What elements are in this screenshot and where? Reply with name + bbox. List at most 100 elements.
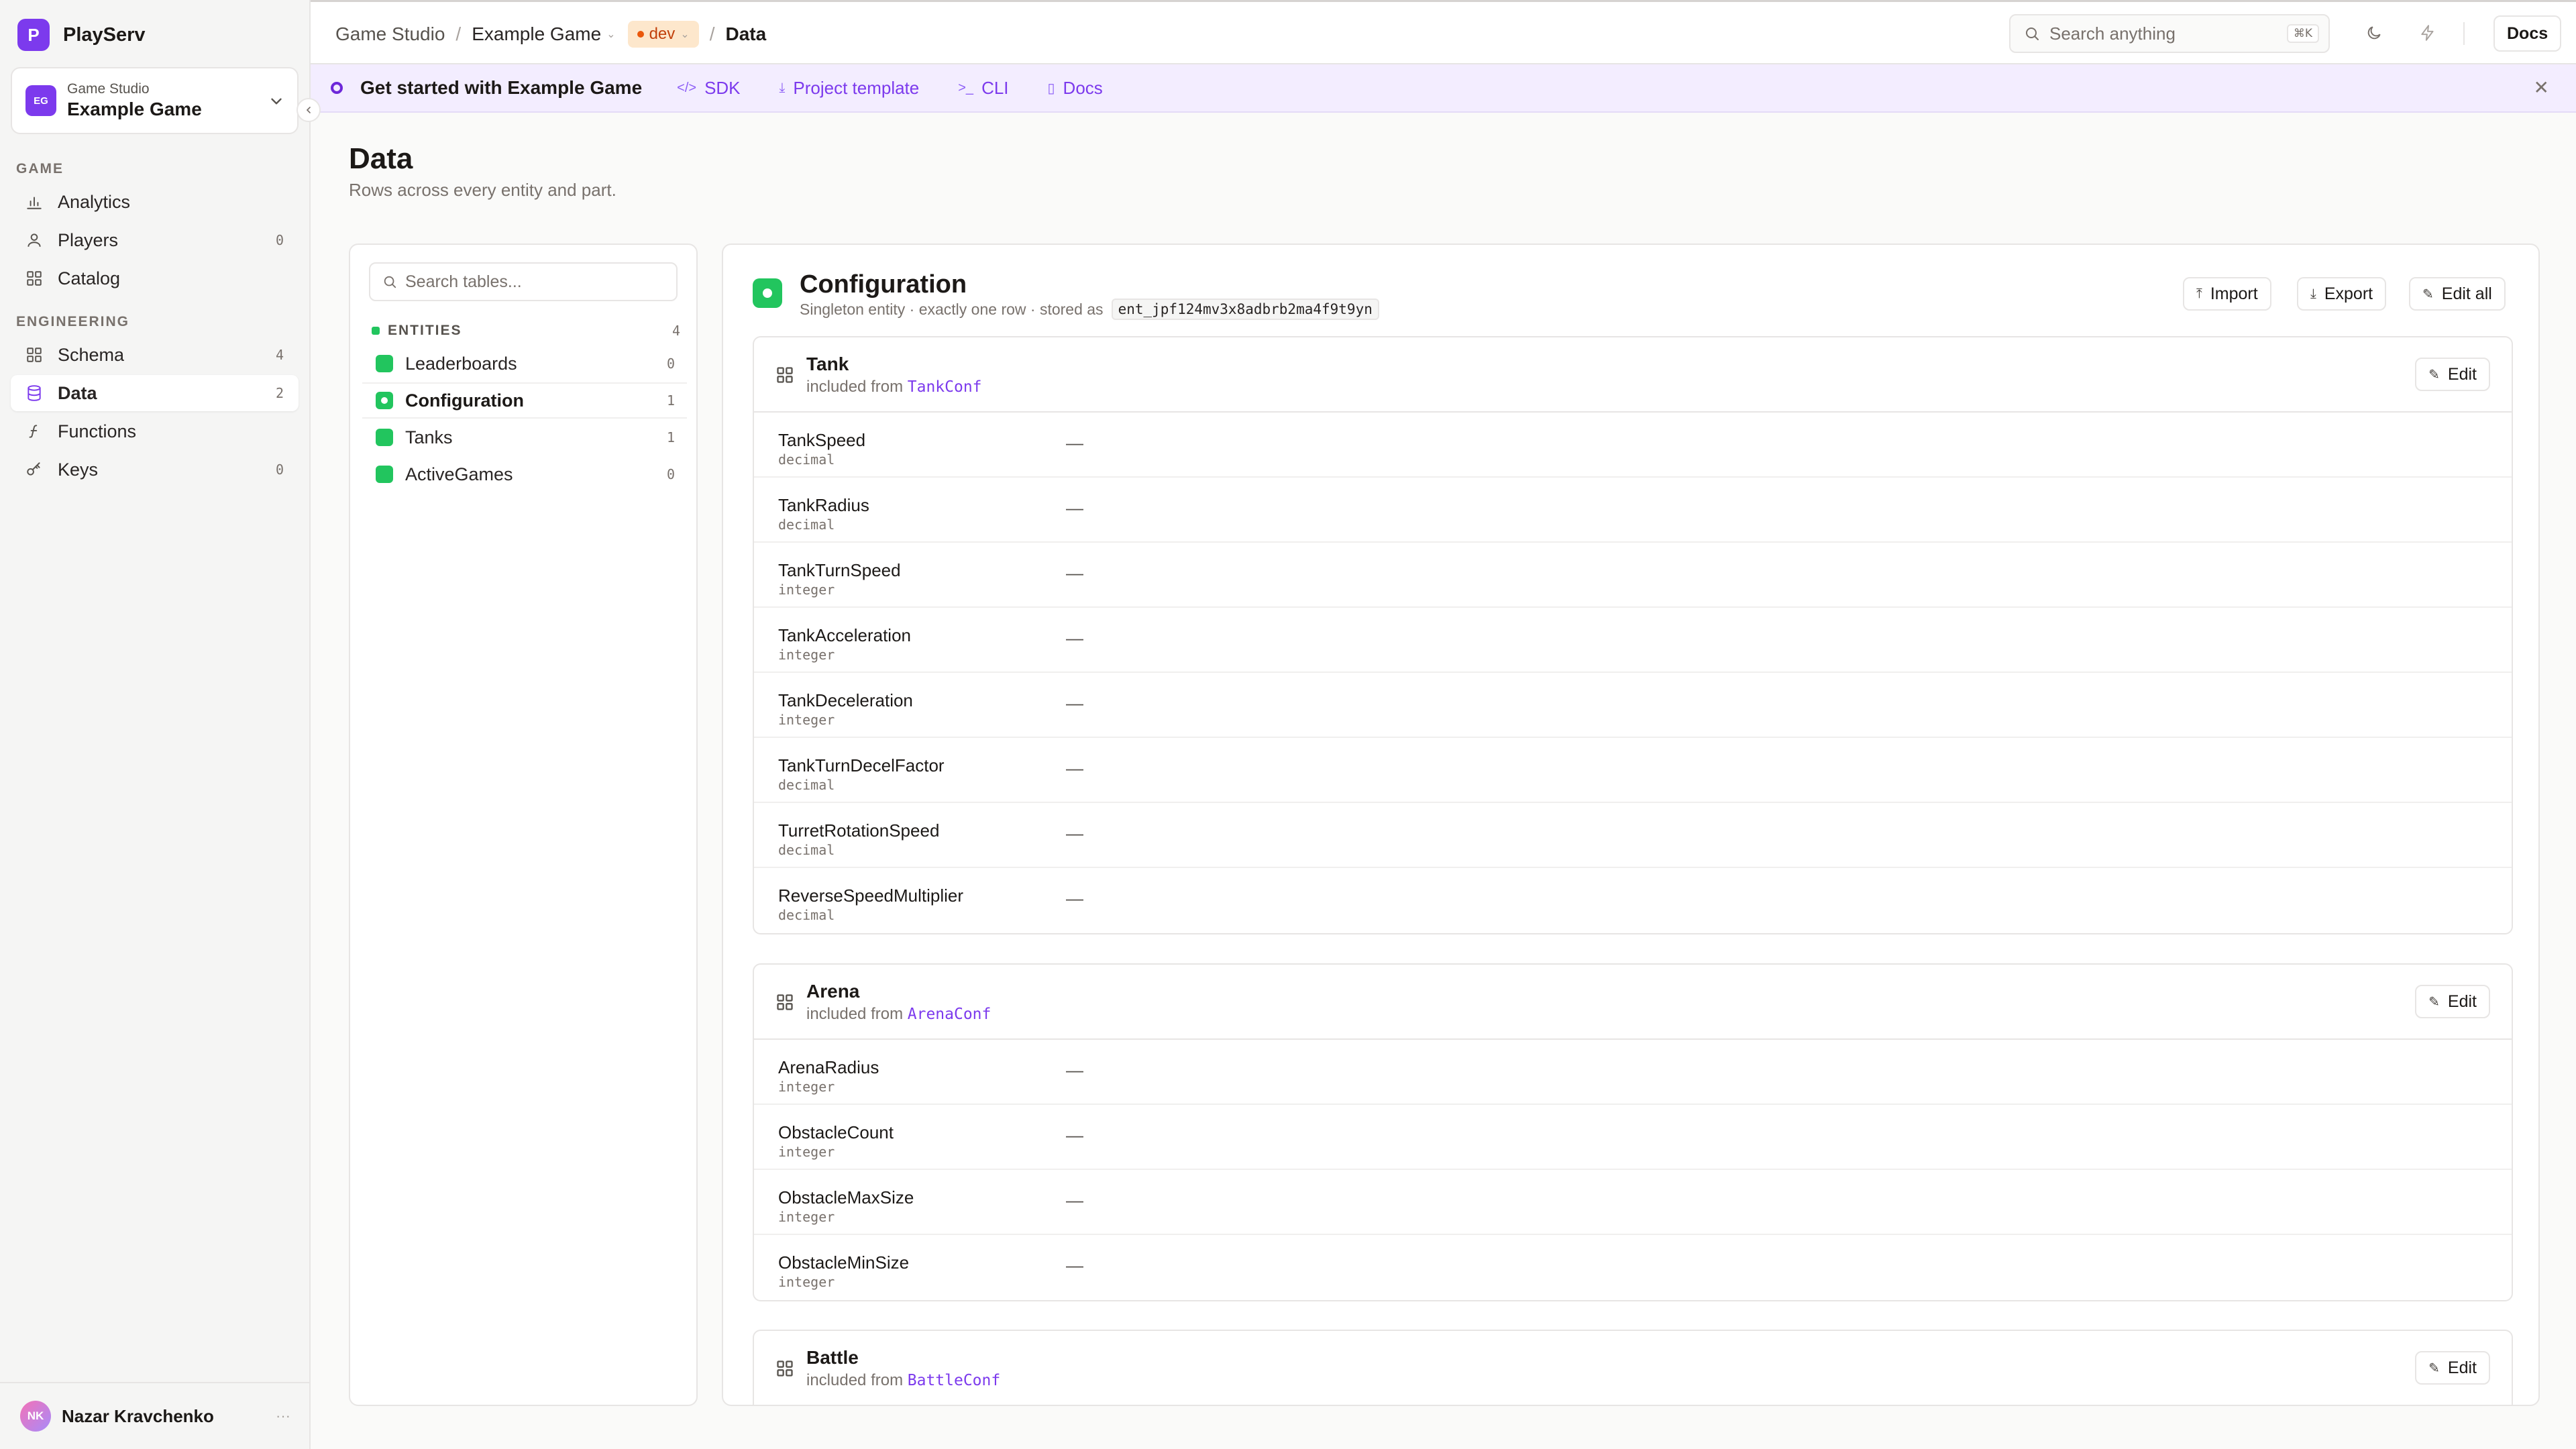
entity-count: 0 [666,466,675,482]
field-value[interactable]: — [1066,693,1083,714]
field-value[interactable]: — [1066,1125,1083,1146]
breadcrumb-org[interactable]: Game Studio [335,23,445,45]
export-button[interactable]: ⤓ Export [2297,277,2387,311]
theme-toggle-moon-icon[interactable] [2363,22,2385,44]
entity-name: Leaderboards [405,353,517,374]
sidebar-item-label: Players [58,229,119,250]
bolt-icon[interactable] [2417,22,2438,44]
edit-button[interactable]: ✎ Edit [2415,358,2490,391]
sidebar-item-catalog[interactable]: Catalog [11,260,299,297]
entity-count: 1 [666,429,675,445]
button-label: Export [2324,284,2373,303]
sidebar-item-count: 0 [275,232,284,248]
docs-button[interactable]: Docs [2493,15,2562,52]
banner-link-docs[interactable]: ▯ Docs [1048,78,1103,99]
field-name: TankTurnSpeed [778,560,901,580]
search-input[interactable] [2049,23,2271,44]
entity-icon [376,466,393,483]
sidebar-item-functions[interactable]: Functions [11,413,299,449]
field-row[interactable]: TankTurnDecelFactor decimal — [754,738,2512,803]
entity-count: 1 [666,392,675,409]
field-row[interactable]: TankSpeed decimal — [754,413,2512,478]
field-row[interactable]: ObstacleMinSize integer — [754,1235,2512,1300]
storage-id: ent_jpf124mv3x8adbrb2ma4f9t9yn [1111,299,1379,320]
entity-row-leaderboards[interactable]: Leaderboards 0 [362,345,687,382]
field-value[interactable]: — [1066,758,1083,779]
banner-link-sdk[interactable]: </> SDK [677,78,740,99]
part-source-link[interactable]: TankConf [908,378,982,396]
field-row[interactable]: TankRadius decimal — [754,478,2512,543]
field-name: ObstacleMaxSize [778,1187,914,1208]
field-row[interactable]: ArenaRadius integer — [754,1040,2512,1105]
brand[interactable]: P PlayServ [17,19,146,51]
field-value[interactable]: — [1066,888,1083,909]
banner-link-project-template[interactable]: ⤓ Project template [780,78,920,99]
banner-link-cli[interactable]: >_ CLI [958,78,1008,99]
part-source-link[interactable]: ArenaConf [908,1006,991,1023]
field-value[interactable]: — [1066,1190,1083,1211]
field-type: integer [778,1209,835,1225]
import-button[interactable]: ⤒ Import [2183,277,2271,311]
sidebar-item-players[interactable]: Players 0 [11,222,299,258]
app-logo: P [17,19,50,51]
entity-row-configuration[interactable]: Configuration 1 [362,382,687,419]
edit-button[interactable]: ✎ Edit [2415,985,2490,1018]
field-row[interactable]: TankAcceleration integer — [754,608,2512,673]
field-name: TankTurnDecelFactor [778,755,945,775]
sidebar-item-schema[interactable]: Schema 4 [11,337,299,373]
close-icon[interactable]: ✕ [2534,76,2549,99]
part-name: Arena [806,981,860,1002]
user-menu[interactable]: NK Nazar Kravchenko ··· [0,1382,311,1449]
code-icon: </> [677,80,697,95]
edit-button[interactable]: ✎ Edit [2415,1351,2490,1385]
entity-row-tanks[interactable]: Tanks 1 [362,419,687,455]
breadcrumb-project[interactable]: Example Game [472,23,601,45]
sidebar: P PlayServ EG Game Studio Example Game G… [0,0,321,1449]
part-source-link[interactable]: BattleConf [908,1372,1000,1389]
entity-row-activegames[interactable]: ActiveGames 0 [362,456,687,492]
page-subtitle: Rows across every entity and part. [349,180,616,200]
entities-section-header[interactable]: ENTITIES 4 [372,323,680,339]
sidebar-item-analytics[interactable]: Analytics [11,184,299,220]
search-icon [2026,28,2039,40]
terminal-icon: >_ [958,80,974,95]
banner-link-label: CLI [981,77,1009,98]
grid-icon [777,1360,793,1377]
field-name: ReverseSpeedMultiplier [778,885,964,906]
field-value[interactable]: — [1066,823,1083,844]
collapse-sidebar-button[interactable] [297,98,321,122]
field-row[interactable]: ObstacleCount integer — [754,1105,2512,1170]
section-dot [372,327,380,335]
field-row[interactable]: ReverseSpeedMultiplier decimal — [754,868,2512,933]
environment-selector[interactable]: dev ⌄ [627,21,699,48]
download-icon: ⤓ [2310,286,2316,301]
field-type: integer [778,1144,835,1160]
field-row[interactable]: TankTurnSpeed integer — [754,543,2512,608]
pencil-icon: ✎ [2428,367,2440,382]
tables-search-input[interactable] [405,272,674,292]
sidebar-item-data[interactable]: Data 2 [11,375,299,411]
button-label: Edit [2447,1358,2477,1377]
field-type: integer [778,647,835,663]
field-row[interactable]: TurretRotationSpeed decimal — [754,803,2512,868]
tables-search[interactable] [369,262,678,301]
more-icon[interactable]: ··· [276,1407,290,1425]
field-row[interactable]: TankDeceleration integer — [754,673,2512,738]
field-value[interactable]: — [1066,1255,1083,1276]
part-header: Tank included from TankConf ✎ Edit [754,337,2512,413]
field-value[interactable]: — [1066,433,1083,453]
project-switcher[interactable]: EG Game Studio Example Game [11,67,299,134]
included-from-label: included from [806,378,904,396]
field-row[interactable]: ObstacleMaxSize integer — [754,1170,2512,1235]
field-type: decimal [778,842,835,858]
field-value[interactable]: — [1066,1060,1083,1081]
nav-section-game: GAME [16,161,64,176]
global-search[interactable]: ⌘K [2009,14,2330,53]
field-value[interactable]: — [1066,498,1083,519]
sidebar-item-keys[interactable]: Keys 0 [11,451,299,488]
field-value[interactable]: — [1066,628,1083,649]
field-value[interactable]: — [1066,563,1083,584]
edit-all-button[interactable]: ✎ Edit all [2409,277,2506,311]
field-name: TankDeceleration [778,690,913,710]
entity-detail-panel: Configuration Singleton entity · exactly… [722,244,2540,1406]
